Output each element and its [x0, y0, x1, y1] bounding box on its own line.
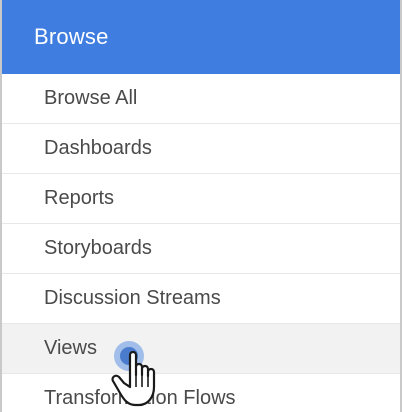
- menu-item-storyboards[interactable]: Storyboards: [2, 224, 400, 274]
- menu-item-reports[interactable]: Reports: [2, 174, 400, 224]
- menu-item-label: Discussion Streams: [44, 287, 221, 309]
- menu-item-label: Storyboards: [44, 237, 152, 259]
- menu-item-browse-all[interactable]: Browse All: [2, 74, 400, 124]
- browse-menu: Browse All Dashboards Reports Storyboard…: [2, 74, 400, 412]
- menu-item-views[interactable]: Views: [2, 324, 400, 374]
- menu-item-label: Reports: [44, 187, 115, 209]
- menu-item-label: Views: [44, 337, 97, 359]
- browse-panel: Browse Browse All Dashboards Reports Sto…: [0, 0, 402, 412]
- menu-item-discussion-streams[interactable]: Discussion Streams: [2, 274, 400, 324]
- menu-item-transformation-flows[interactable]: Transformation Flows: [2, 374, 400, 412]
- menu-item-label: Dashboards: [44, 137, 152, 159]
- menu-item-dashboards[interactable]: Dashboards: [2, 124, 400, 174]
- browse-header: Browse: [2, 0, 400, 74]
- mouse-cursor: [108, 337, 178, 412]
- pointer-hand-icon: [111, 350, 156, 407]
- menu-item-label: Browse All: [44, 87, 138, 109]
- browse-title: Browse: [34, 24, 109, 49]
